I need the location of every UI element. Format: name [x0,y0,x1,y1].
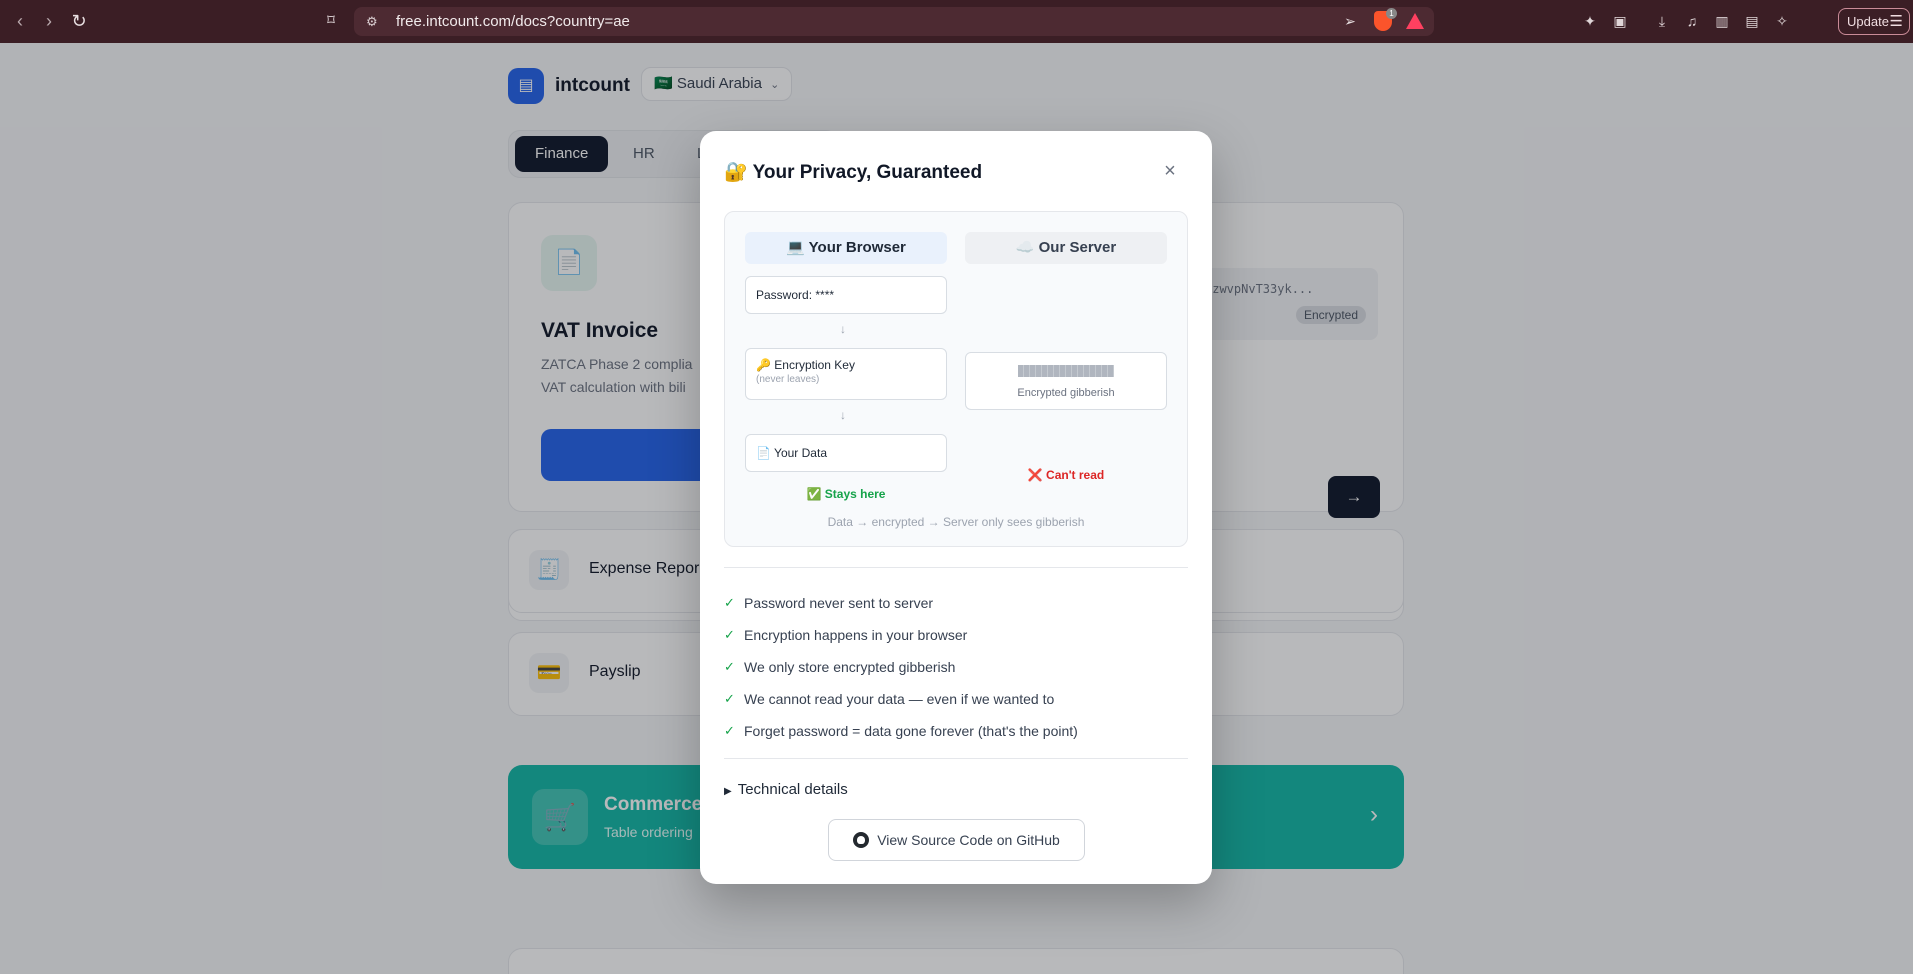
update-button[interactable]: Update ☰ [1838,8,1910,35]
brave-shields-icon[interactable]: 1 [1374,8,1397,31]
check-icon: ✓ [724,659,735,674]
browser-toolbar: ‹ › ↻ ⌑ ⚙ free.intcount.com/docs?country… [0,0,1913,43]
arrow-down-icon: ↓ [840,322,846,336]
update-label: Update [1847,14,1889,29]
check-text: We cannot read your data — even if we wa… [744,691,1055,707]
stays-here-label: ✅ Stays here [806,487,886,501]
check-icon: ✓ [724,691,735,706]
encryption-diagram: 💻 Your Browser ☁️ Our Server Password: *… [724,211,1188,547]
wallet-icon[interactable]: ▤ [1742,11,1762,31]
check-text: Password never sent to server [744,595,934,611]
close-icon[interactable]: × [1158,159,1182,183]
download-icon[interactable]: ⤓ [1652,11,1672,31]
extensions-icon[interactable]: ✦ [1580,11,1600,31]
send-icon[interactable]: ➢ [1340,11,1360,31]
gibberish-label: Encrypted gibberish [1017,387,1115,399]
gibberish-bar [1018,365,1114,377]
forward-icon[interactable]: › [38,10,60,32]
server-heading: ☁️ Our Server [965,232,1167,264]
encryption-key-label: 🔑 Encryption Key [756,358,855,372]
bookmark-icon[interactable]: ⌑ [320,10,342,32]
password-box: Password: **** [745,276,947,314]
cant-read-label: ❌ Can't read [1027,468,1105,482]
github-button-label: View Source Code on GitHub [877,832,1060,848]
divider [724,567,1188,568]
privacy-modal: 🔐 Your Privacy, Guaranteed × 💻 Your Brow… [700,131,1212,884]
github-button[interactable]: View Source Code on GitHub [828,819,1085,861]
list-item: ✓ Forget password = data gone forever (th… [724,715,1188,747]
check-icon: ✓ [724,595,735,610]
brave-rewards-icon[interactable] [1406,13,1424,29]
list-item: ✓ Encryption happens in your browser [724,619,1188,651]
browser-heading: 💻 Your Browser [745,232,947,264]
disclosure-triangle-icon: ▶ [724,786,732,797]
address-bar[interactable]: ⚙ free.intcount.com/docs?country=ae ➢ 1 [354,7,1434,36]
check-text: Forget password = data gone forever (tha… [744,723,1078,739]
shields-count-badge: 1 [1386,8,1397,19]
list-item: ✓ Password never sent to server [724,587,1188,619]
arrow-down-icon: ↓ [840,408,846,422]
back-icon[interactable]: ‹ [9,10,31,32]
sidebar-icon[interactable]: ▥ [1712,11,1732,31]
technical-details-toggle[interactable]: ▶ Technical details [724,781,848,798]
check-icon: ✓ [724,627,735,642]
site-settings-icon[interactable]: ⚙ [366,14,382,30]
check-text: We only store encrypted gibberish [744,659,956,675]
list-item: ✓ We only store encrypted gibberish [724,651,1188,683]
reload-icon[interactable]: ↻ [68,10,90,32]
key-note: (never leaves) [756,374,820,385]
check-text: Encryption happens in your browser [744,627,968,643]
your-data-box: 📄 Your Data [745,434,947,472]
technical-details-label: Technical details [737,781,848,798]
url-text[interactable]: free.intcount.com/docs?country=ae [396,13,630,30]
encryption-key-box: 🔑 Encryption Key (never leaves) [745,348,947,400]
leo-ai-icon[interactable]: ✧ [1772,11,1792,31]
media-icon[interactable]: ♫ [1682,11,1702,31]
gibberish-box: Encrypted gibberish [965,352,1167,410]
modal-title: 🔐 Your Privacy, Guaranteed [724,162,983,183]
github-icon [853,832,870,848]
menu-icon[interactable]: ☰ [1890,9,1903,34]
flow-caption: Data → encrypted → Server only sees gibb… [827,515,1085,529]
screenshot-icon[interactable]: ▣ [1610,11,1630,31]
list-item: ✓ We cannot read your data — even if we w… [724,683,1188,715]
guarantee-list: ✓ Password never sent to server ✓ Encrypti… [724,587,1188,747]
check-icon: ✓ [724,723,735,738]
divider [724,758,1188,759]
